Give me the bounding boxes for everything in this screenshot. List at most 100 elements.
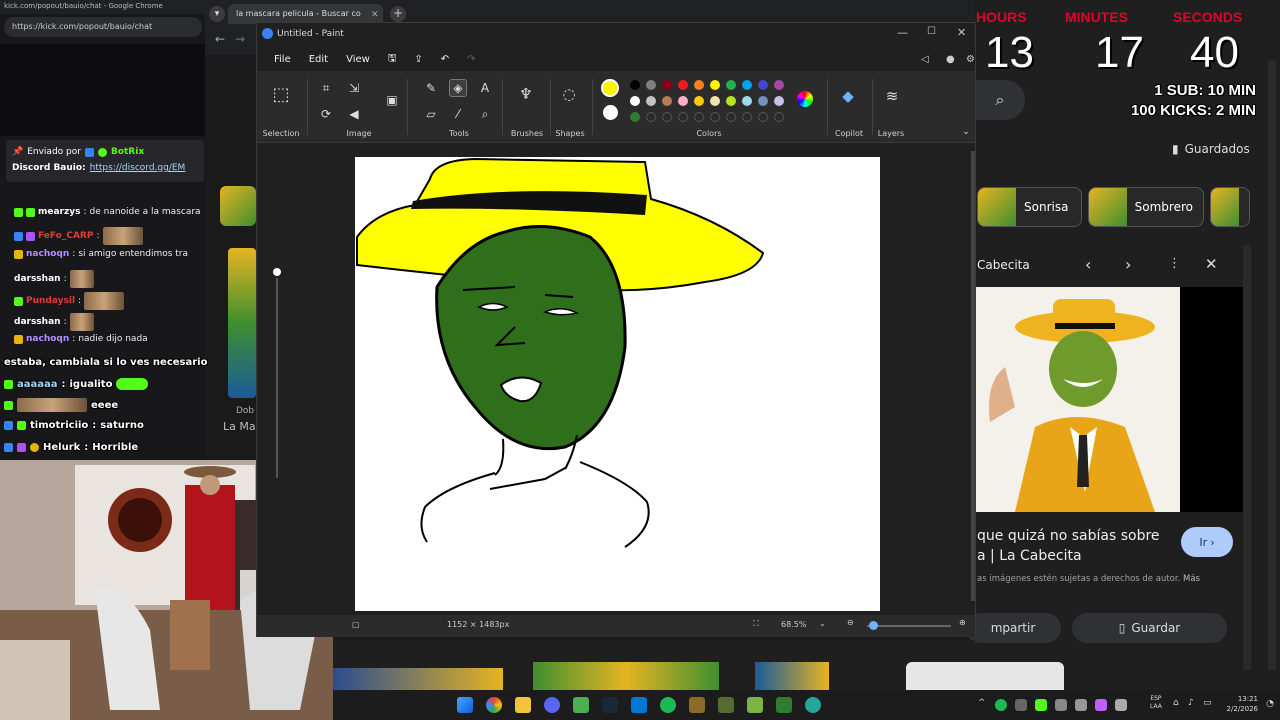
- zoom-slider-handle[interactable]: [869, 621, 878, 630]
- chevron-down-icon[interactable]: ⌄: [819, 619, 826, 628]
- text-icon[interactable]: A: [476, 79, 494, 97]
- app-icon[interactable]: [689, 697, 705, 713]
- menu-file[interactable]: File: [265, 54, 300, 65]
- color-swatch[interactable]: [630, 96, 640, 106]
- new-tab-icon[interactable]: +: [390, 6, 406, 22]
- app-icon[interactable]: [776, 697, 792, 713]
- app-icon[interactable]: [747, 697, 763, 713]
- selection-icon[interactable]: ⬚: [272, 84, 290, 105]
- spotify-icon[interactable]: [660, 697, 676, 713]
- tray-spotify-icon[interactable]: [995, 699, 1007, 711]
- forward-arrow-icon[interactable]: →: [235, 32, 245, 46]
- preview-title-line2[interactable]: a | La Cabecita: [977, 548, 1082, 564]
- pinned-user[interactable]: BotRix: [111, 147, 144, 157]
- undo-icon[interactable]: ↶: [432, 54, 458, 65]
- shapes-icon[interactable]: ◌: [560, 85, 578, 103]
- color-swatch[interactable]: [678, 96, 688, 106]
- notification-icon[interactable]: ◔: [1266, 699, 1274, 709]
- chevron-left-icon[interactable]: ‹: [1085, 255, 1091, 274]
- chevron-down-icon[interactable]: ⌄: [957, 123, 975, 141]
- back-arrow-icon[interactable]: ←: [215, 32, 225, 46]
- layers-icon[interactable]: ≋: [883, 87, 901, 105]
- image-select-icon[interactable]: ▣: [383, 91, 401, 109]
- color-swatch[interactable]: [646, 80, 656, 90]
- more-icon[interactable]: ⋮: [1168, 256, 1181, 271]
- preview-title-line1[interactable]: que quizá no sabías sobre: [977, 528, 1160, 544]
- redo-icon[interactable]: ↷: [458, 54, 484, 65]
- go-button[interactable]: Ir ›: [1181, 527, 1233, 557]
- chrome-icon[interactable]: [486, 697, 502, 713]
- chip-sombrero[interactable]: Sombrero: [1088, 187, 1204, 227]
- discord-icon[interactable]: [544, 697, 560, 713]
- kick-address-bar[interactable]: https://kick.com/popout/bauio/chat: [4, 17, 202, 37]
- picker-icon[interactable]: ⁄: [449, 105, 467, 123]
- image-thumbnail[interactable]: [906, 662, 1064, 690]
- eraser-icon[interactable]: ▱: [422, 105, 440, 123]
- image-result[interactable]: [228, 248, 256, 398]
- brush-size-slider-handle[interactable]: [273, 268, 281, 276]
- battery-icon[interactable]: ▭: [1203, 698, 1212, 708]
- tab-close-icon[interactable]: ✕: [371, 10, 379, 20]
- color-swatch[interactable]: [758, 96, 768, 106]
- store-icon[interactable]: [631, 697, 647, 713]
- edit-colors-icon[interactable]: [797, 91, 813, 107]
- steam-icon[interactable]: [602, 697, 618, 713]
- more-link[interactable]: Más: [1183, 574, 1200, 584]
- tray-app-icon[interactable]: [1095, 699, 1107, 711]
- result-title[interactable]: La Ma: [223, 420, 256, 433]
- color-swatch[interactable]: [694, 96, 704, 106]
- color-swatch[interactable]: [694, 80, 704, 90]
- start-icon[interactable]: [457, 697, 473, 713]
- color-swatch[interactable]: [678, 112, 688, 122]
- magnifier-icon[interactable]: ⌕: [476, 105, 494, 123]
- network-icon[interactable]: ⌂: [1173, 698, 1179, 708]
- color-swatch[interactable]: [646, 96, 656, 106]
- crop-icon[interactable]: ⌗: [317, 79, 335, 97]
- page-scrollbar[interactable]: [1268, 60, 1276, 670]
- color-swatch[interactable]: [726, 80, 736, 90]
- drawing-canvas[interactable]: [355, 157, 880, 611]
- color-swatch[interactable]: [726, 112, 736, 122]
- primary-color[interactable]: [601, 79, 619, 97]
- tray-app-icon[interactable]: [1015, 699, 1027, 711]
- keyboard-language[interactable]: ESP LAA: [1150, 695, 1162, 711]
- system-clock[interactable]: 13:21 2/2/2026: [1227, 694, 1258, 714]
- color-swatch[interactable]: [710, 96, 720, 106]
- color-swatch[interactable]: [630, 80, 640, 90]
- chat-username[interactable]: FeFo_CARP: [38, 231, 93, 241]
- tray-app-icon[interactable]: [1075, 699, 1087, 711]
- chip-more[interactable]: [1210, 187, 1250, 227]
- save-image-button[interactable]: ▯ Guardar: [1072, 613, 1227, 643]
- color-swatch[interactable]: [742, 80, 752, 90]
- zoom-level[interactable]: 68.5%: [781, 620, 806, 629]
- close-icon[interactable]: ✕: [1205, 255, 1218, 273]
- color-swatch[interactable]: [742, 96, 752, 106]
- color-swatch[interactable]: [710, 112, 720, 122]
- minecraft-icon[interactable]: [573, 697, 589, 713]
- minimize-icon[interactable]: —: [897, 26, 908, 39]
- discord-link[interactable]: https://discord.gg/EM: [90, 163, 186, 173]
- color-swatch[interactable]: [662, 80, 672, 90]
- maximize-icon[interactable]: ☐: [927, 26, 936, 37]
- color-swatch[interactable]: [662, 96, 672, 106]
- resize-icon[interactable]: ⇲: [345, 79, 363, 97]
- image-thumbnail[interactable]: [533, 662, 719, 690]
- canvas-scrollbar[interactable]: [971, 151, 975, 601]
- copilot-icon[interactable]: ◆: [839, 87, 857, 105]
- color-swatch[interactable]: [758, 112, 768, 122]
- color-swatch[interactable]: [742, 112, 752, 122]
- color-swatch[interactable]: [774, 96, 784, 106]
- rotate-icon[interactable]: ⟳: [317, 105, 335, 123]
- browser-tab[interactable]: la mascara pelicula - Buscar co: [228, 4, 383, 24]
- color-swatch[interactable]: [774, 112, 784, 122]
- fit-to-window-icon[interactable]: ⛶: [753, 619, 759, 629]
- flip-icon[interactable]: ◀: [345, 105, 363, 123]
- color-swatch[interactable]: [646, 112, 656, 122]
- chat-username[interactable]: darsshan: [14, 274, 61, 284]
- share-icon[interactable]: ⇪: [405, 54, 431, 65]
- chat-username[interactable]: nachoqn: [26, 334, 69, 344]
- close-icon[interactable]: ✕: [957, 26, 966, 39]
- pencil-icon[interactable]: ✎: [422, 79, 440, 97]
- tab-search-icon[interactable]: ▾: [209, 6, 225, 22]
- tray-chevron-icon[interactable]: ^: [978, 698, 986, 708]
